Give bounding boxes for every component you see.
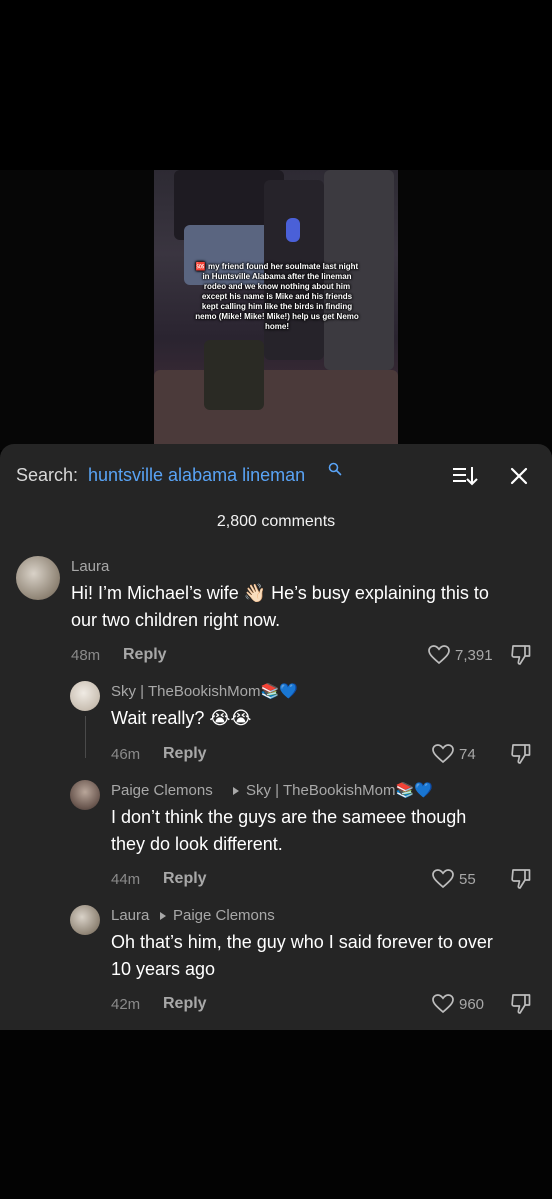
heart-icon[interactable]: [432, 744, 454, 764]
comment-text: Oh that’s him, the guy who I said foreve…: [111, 932, 493, 979]
comment-username[interactable]: Paige Clemons: [111, 781, 213, 801]
comment-text: Hi! I’m Michael’s wife 👋🏻 He’s busy expl…: [71, 583, 489, 630]
heart-icon[interactable]: [432, 994, 454, 1014]
avatar[interactable]: [16, 556, 60, 600]
close-icon[interactable]: [508, 465, 530, 487]
comment-username[interactable]: Laura: [71, 557, 109, 577]
avatar[interactable]: [70, 681, 100, 711]
comment-text: Wait really? 😭😭: [111, 708, 252, 728]
search-bar[interactable]: Search: huntsville alabama lineman: [16, 462, 536, 488]
heart-icon[interactable]: [428, 645, 450, 665]
reply-arrow-icon: [233, 787, 239, 795]
video-boots: [204, 340, 264, 410]
avatar[interactable]: [70, 780, 100, 810]
avatar[interactable]: [70, 905, 100, 935]
like-count: 960: [459, 996, 485, 1013]
comment-time: 48m: [71, 647, 101, 664]
sort-icon[interactable]: [452, 465, 478, 487]
like-count: 7,391: [455, 647, 493, 664]
reply-arrow-icon: [160, 912, 166, 920]
reply-to-username[interactable]: Sky | TheBookishMom📚💙: [246, 781, 433, 801]
search-icon[interactable]: [328, 462, 342, 476]
like-count: 55: [459, 871, 476, 888]
search-label: Search:: [16, 465, 79, 485]
video-thumbnail[interactable]: 🆘 my friend found her soulmate last nigh…: [154, 170, 398, 450]
top-blank-area: [0, 0, 552, 170]
comment-username[interactable]: Sky | TheBookishMom📚💙: [111, 682, 298, 702]
search-term-link[interactable]: huntsville alabama lineman: [88, 462, 305, 488]
comments-count: 2,800 comments: [216, 513, 336, 530]
reply-button[interactable]: Reply: [163, 744, 207, 764]
comment-time: 46m: [111, 746, 141, 763]
dislike-icon[interactable]: [511, 644, 531, 666]
comment-time: 44m: [111, 871, 141, 888]
heart-icon[interactable]: [432, 869, 454, 889]
video-floor: [154, 370, 398, 450]
comment-time: 42m: [111, 996, 141, 1013]
reply-to-username[interactable]: Paige Clemons: [173, 906, 275, 926]
reply-button[interactable]: Reply: [163, 869, 207, 889]
dislike-icon[interactable]: [511, 743, 531, 765]
reply-button[interactable]: Reply: [163, 994, 207, 1014]
thread-line: [85, 716, 86, 758]
comment-username[interactable]: Laura: [111, 906, 149, 926]
comment-text: I don’t think the guys are the sameee th…: [111, 807, 467, 854]
bottom-blank-area: [0, 1030, 552, 1199]
dislike-icon[interactable]: [511, 868, 531, 890]
like-count: 74: [459, 746, 476, 763]
dislike-icon[interactable]: [511, 993, 531, 1015]
reply-button[interactable]: Reply: [123, 645, 167, 665]
video-light: [286, 218, 300, 242]
video-caption: 🆘 my friend found her soulmate last nigh…: [195, 262, 359, 331]
